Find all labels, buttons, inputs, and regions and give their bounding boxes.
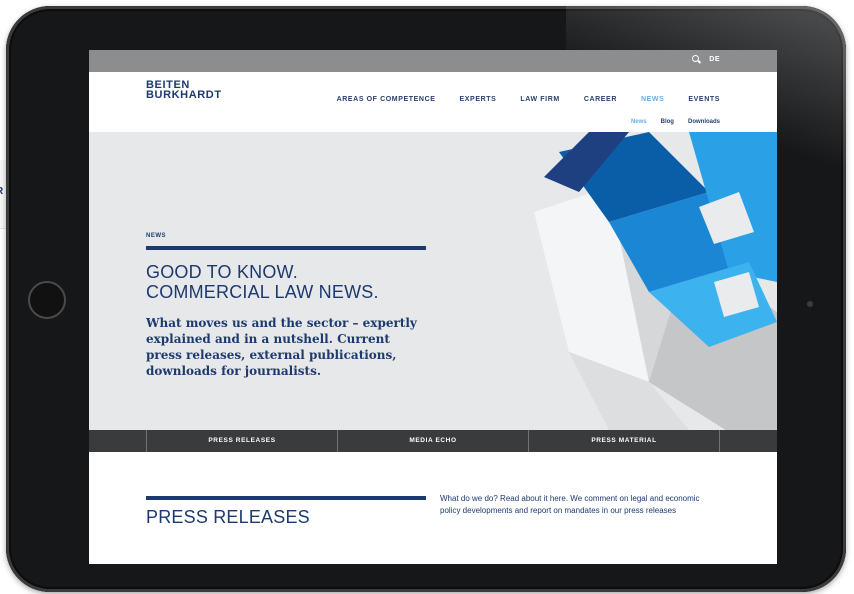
tab-media-echo[interactable]: MEDIA ECHO (338, 430, 529, 452)
hero-title: GOOD TO KNOW. COMMERCIAL LAW NEWS. (146, 262, 466, 302)
hero-description: What moves us and the sector – expertly … (146, 316, 417, 378)
section-description: What do we do? Read about it here. We co… (440, 494, 700, 515)
main-nav: AREAS OF COMPETENCE EXPERTS LAW FIRM CAR… (337, 96, 720, 103)
language-switch[interactable]: DE (709, 56, 720, 63)
subnav-item-blog[interactable]: Blog (661, 119, 674, 125)
sub-nav-items: News Blog Downloads (631, 119, 720, 125)
tab-spacer (89, 430, 147, 452)
hero-divider (146, 246, 426, 250)
hero-title-line-2: COMMERCIAL LAW NEWS. (146, 282, 379, 302)
nav-item-areas-of-competence[interactable]: AREAS OF COMPETENCE (337, 96, 436, 103)
subnav-item-downloads[interactable]: Downloads (688, 119, 720, 125)
nav-item-events[interactable]: EVENTS (688, 96, 720, 103)
hero-banner: NEWS GOOD TO KNOW. COMMERCIAL LAW NEWS. … (89, 132, 777, 430)
section-tab-bar: PRESS RELEASES MEDIA ECHO PRESS MATERIAL (89, 430, 777, 452)
nav-item-law-firm[interactable]: LAW FIRM (520, 96, 559, 103)
top-utility-bar: DE (89, 50, 777, 72)
tablet-screen: DE BEITEN BURKHARDT AREAS OF COMPETENCE … (89, 50, 777, 564)
camera-icon (807, 301, 813, 307)
hero-section-label: NEWS (146, 233, 166, 239)
section-title: PRESS RELEASES (146, 507, 310, 527)
tablet-device: DE BEITEN BURKHARDT AREAS OF COMPETENCE … (6, 6, 846, 592)
home-button-icon[interactable] (28, 281, 66, 319)
nav-item-career[interactable]: CAREER (584, 96, 617, 103)
section-divider (146, 496, 426, 500)
background-fragment-text: R (0, 186, 4, 197)
site-logo[interactable]: BEITEN BURKHARDT (146, 80, 222, 101)
nav-item-experts[interactable]: EXPERTS (460, 96, 497, 103)
logo-line-2: BURKHARDT (146, 89, 222, 101)
press-releases-section: PRESS RELEASES What do we do? Read about… (89, 452, 777, 564)
site-header: BEITEN BURKHARDT AREAS OF COMPETENCE EXP… (89, 72, 777, 117)
hero-title-line-1: GOOD TO KNOW. (146, 262, 298, 282)
subnav-item-news[interactable]: News (631, 119, 647, 125)
search-icon[interactable] (692, 55, 701, 64)
tab-press-material[interactable]: PRESS MATERIAL (529, 430, 720, 452)
top-tools: DE (692, 55, 720, 64)
nav-item-news[interactable]: NEWS (641, 96, 664, 103)
tab-press-releases[interactable]: PRESS RELEASES (147, 430, 338, 452)
sub-nav: News Blog Downloads (89, 116, 777, 132)
